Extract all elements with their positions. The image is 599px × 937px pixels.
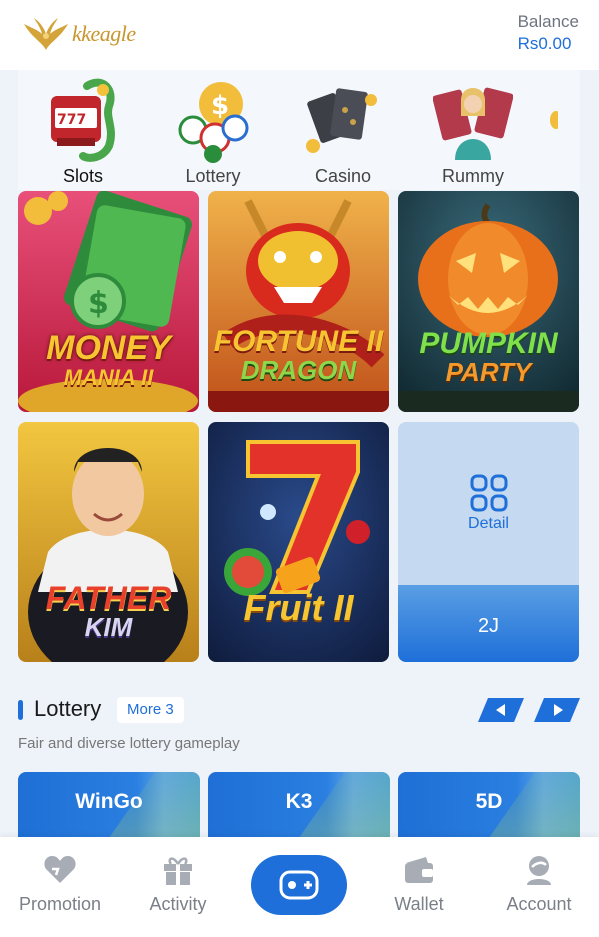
svg-text:$: $ — [88, 286, 109, 321]
game-center-button[interactable] — [251, 855, 347, 915]
game-tile-fortune-dragon[interactable]: FORTUNE II DRAGON — [208, 191, 389, 412]
slot-machine-icon: 777 — [51, 78, 115, 162]
lottery-name: WinGo — [75, 790, 143, 813]
lottery-name: K3 — [285, 790, 313, 813]
grid-detail-icon — [470, 474, 508, 512]
game-subtitle: KIM — [84, 612, 133, 642]
category-label: Slots — [62, 166, 104, 186]
tab-activity[interactable]: Activity — [118, 837, 238, 937]
cards-icon — [306, 88, 377, 153]
prev-arrow-icon[interactable] — [478, 698, 524, 722]
lottery-item-5d[interactable]: 5D — [398, 772, 580, 838]
category-rummy[interactable]: Rummy — [408, 70, 538, 190]
game-tile-pumpkin-party[interactable]: PUMPKIN PARTY — [398, 191, 579, 412]
game-title: FORTUNE II — [213, 325, 384, 358]
category-lottery[interactable]: $ Lottery — [148, 70, 278, 190]
category-label: Rummy — [442, 166, 504, 186]
rummy-dealer-icon — [433, 87, 513, 160]
account-icon — [527, 856, 551, 885]
lottery-item-wingo[interactable]: WinGo — [18, 772, 200, 838]
coin-icon — [550, 111, 562, 129]
section-title: Lottery — [34, 696, 102, 721]
balance-display[interactable]: Balance Rs0.00 — [518, 12, 579, 54]
eagle-logo-icon — [24, 18, 68, 50]
tab-promotion[interactable]: Promotion — [0, 837, 120, 937]
balance-label: Balance — [517, 12, 579, 31]
detail-count-band: 2J — [398, 585, 579, 662]
wallet-icon — [405, 857, 433, 883]
game-tile-money-mania[interactable]: $ MONEY MANIA II — [18, 191, 199, 412]
game-subtitle: DRAGON — [240, 355, 357, 385]
tab-label: Wallet — [394, 894, 444, 914]
lottery-section-header: Lottery More 3 — [18, 696, 580, 726]
game-tile-fruit[interactable]: Fruit II — [208, 422, 389, 662]
tab-label: Promotion — [18, 894, 102, 914]
game-title: MONEY — [46, 329, 171, 367]
brand-name: kkeagle — [72, 21, 136, 46]
category-strip: 777 Slots $ Lottery Casino Rummy — [18, 70, 580, 190]
game-title: Fruit II — [243, 587, 354, 628]
tab-account[interactable]: Account — [479, 837, 599, 937]
header: kkeagle Balance Rs0.00 — [0, 0, 599, 70]
category-label: Lottery — [185, 166, 241, 186]
next-arrow-icon[interactable] — [534, 698, 580, 722]
brand-logo[interactable]: kkeagle — [22, 16, 136, 52]
tab-label: Account — [506, 894, 572, 914]
lottery-balls-icon: $ — [178, 82, 249, 163]
section-accent-bar — [18, 700, 23, 720]
tab-wallet[interactable]: Wallet — [359, 837, 479, 937]
game-title: FATHER — [45, 580, 172, 616]
game-detail-tile[interactable]: Detail 2J — [398, 422, 579, 662]
category-label: Casino — [314, 166, 372, 186]
game-title: PUMPKIN — [419, 327, 558, 360]
detail-count: 2J — [477, 615, 500, 637]
gift-icon — [164, 857, 192, 885]
balance-value: Rs0.00 — [517, 34, 572, 53]
gamepad-icon — [279, 870, 319, 900]
detail-label: Detail — [468, 515, 509, 532]
game-subtitle: PARTY — [445, 357, 532, 387]
lottery-name: 5D — [475, 790, 503, 813]
bottom-tab-bar: Promotion Activity Wallet Account — [0, 837, 599, 937]
lottery-list: WinGo K3 5D — [18, 772, 580, 838]
tab-label: Activity — [149, 894, 207, 914]
game-subtitle: MANIA II — [63, 365, 154, 390]
more-button[interactable]: More 3 — [117, 697, 184, 723]
category-casino[interactable]: Casino — [278, 70, 408, 190]
svg-text:$: $ — [211, 91, 229, 121]
category-more-peek — [538, 70, 562, 190]
section-subtitle: Fair and diverse lottery gameplay — [18, 735, 240, 752]
svg-text:777: 777 — [57, 112, 86, 128]
game-tile-father-kim[interactable]: FATHER KIM — [18, 422, 199, 662]
promotion-icon — [44, 856, 76, 883]
lottery-item-k3[interactable]: K3 — [208, 772, 390, 838]
category-slots[interactable]: 777 Slots — [18, 70, 148, 190]
section-nav — [478, 698, 580, 722]
